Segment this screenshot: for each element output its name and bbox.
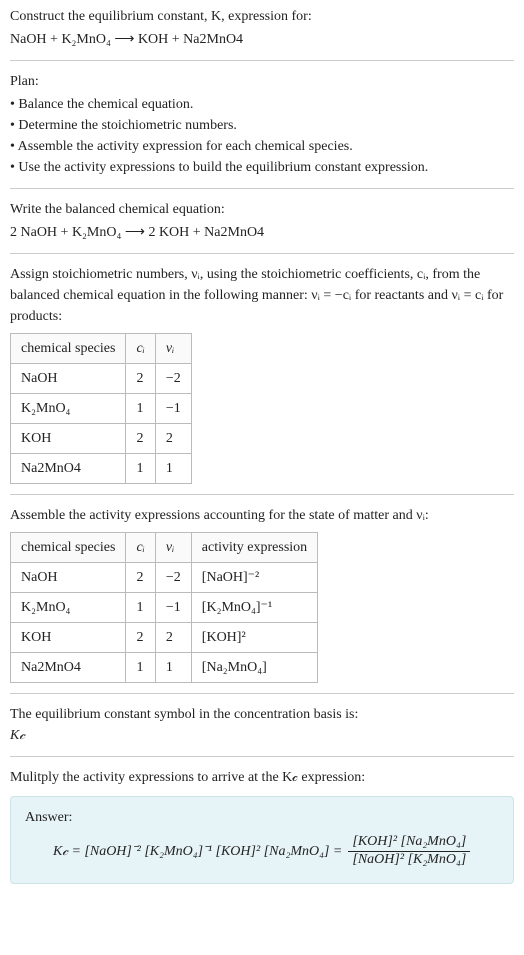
kc-fraction: [KOH]² [Na₂MnO₄] [NaOH]² [K₂MnO₄]: [348, 834, 470, 869]
col-ci: cᵢ: [126, 334, 155, 364]
activity-table: chemical species cᵢ νᵢ activity expressi…: [10, 532, 318, 683]
divider: [10, 253, 514, 254]
col-nui: νᵢ: [155, 533, 191, 563]
plan-item: Use the activity expressions to build th…: [10, 157, 514, 178]
cell-nui: 2: [155, 623, 191, 653]
balanced-heading: Write the balanced chemical equation:: [10, 199, 514, 220]
divider: [10, 693, 514, 694]
stoichiometry-table: chemical species cᵢ νᵢ NaOH 2 −2 K₂MnO₄ …: [10, 333, 192, 484]
cell-activity: [Na₂MnO₄]: [191, 653, 317, 683]
table-row: KOH 2 2: [11, 424, 192, 454]
table-row: Na2MnO4 1 1: [11, 454, 192, 484]
cell-ci: 2: [126, 563, 155, 593]
cell-species: KOH: [11, 424, 126, 454]
cell-species: K₂MnO₄: [11, 593, 126, 623]
divider: [10, 756, 514, 757]
cell-species: K₂MnO₄: [11, 394, 126, 424]
symbol-value: K𝒸: [10, 725, 514, 746]
cell-nui: 1: [155, 653, 191, 683]
assign-text: Assign stoichiometric numbers, νᵢ, using…: [10, 264, 514, 327]
plan-item: Assemble the activity expression for eac…: [10, 136, 514, 157]
plan-list: Balance the chemical equation. Determine…: [10, 94, 514, 178]
table-row: KOH 2 2 [KOH]²: [11, 623, 318, 653]
unbalanced-equation: NaOH + K₂MnO₄ ⟶ KOH + Na2MnO4: [10, 29, 514, 50]
col-species: chemical species: [11, 533, 126, 563]
divider: [10, 60, 514, 61]
table-row: Na2MnO4 1 1 [Na₂MnO₄]: [11, 653, 318, 683]
cell-activity: [NaOH]⁻²: [191, 563, 317, 593]
answer-box: Answer: K𝒸 = [NaOH]⁻² [K₂MnO₄]⁻¹ [KOH]² …: [10, 796, 514, 884]
plan-item: Determine the stoichiometric numbers.: [10, 115, 514, 136]
cell-species: NaOH: [11, 563, 126, 593]
kc-denominator: [NaOH]² [K₂MnO₄]: [348, 852, 470, 869]
table-row: K₂MnO₄ 1 −1: [11, 394, 192, 424]
prompt-text: Construct the equilibrium constant, K, e…: [10, 9, 312, 24]
cell-activity: [K₂MnO₄]⁻¹: [191, 593, 317, 623]
multiply-text: Mulitply the activity expressions to arr…: [10, 767, 514, 788]
table-row: K₂MnO₄ 1 −1 [K₂MnO₄]⁻¹: [11, 593, 318, 623]
symbol-text: The equilibrium constant symbol in the c…: [10, 704, 514, 725]
cell-nui: −2: [155, 364, 191, 394]
table-row: NaOH 2 −2 [NaOH]⁻²: [11, 563, 318, 593]
plan-item: Balance the chemical equation.: [10, 94, 514, 115]
cell-ci: 1: [126, 653, 155, 683]
cell-ci: 2: [126, 424, 155, 454]
plan-heading: Plan:: [10, 71, 514, 92]
col-activity: activity expression: [191, 533, 317, 563]
cell-ci: 2: [126, 364, 155, 394]
cell-nui: 1: [155, 454, 191, 484]
col-ci: cᵢ: [126, 533, 155, 563]
table-header-row: chemical species cᵢ νᵢ activity expressi…: [11, 533, 318, 563]
cell-ci: 1: [126, 454, 155, 484]
table-row: NaOH 2 −2: [11, 364, 192, 394]
assemble-text: Assemble the activity expressions accoun…: [10, 505, 514, 526]
balanced-equation: 2 NaOH + K₂MnO₄ ⟶ 2 KOH + Na2MnO4: [10, 222, 514, 243]
cell-species: Na2MnO4: [11, 653, 126, 683]
col-nui: νᵢ: [155, 334, 191, 364]
table-header-row: chemical species cᵢ νᵢ: [11, 334, 192, 364]
kc-numerator: [KOH]² [Na₂MnO₄]: [348, 834, 470, 852]
divider: [10, 188, 514, 189]
cell-ci: 1: [126, 394, 155, 424]
cell-nui: −1: [155, 593, 191, 623]
cell-species: Na2MnO4: [11, 454, 126, 484]
cell-activity: [KOH]²: [191, 623, 317, 653]
cell-nui: −1: [155, 394, 191, 424]
cell-nui: 2: [155, 424, 191, 454]
divider: [10, 494, 514, 495]
kc-expression: K𝒸 = [NaOH]⁻² [K₂MnO₄]⁻¹ [KOH]² [Na₂MnO₄…: [25, 834, 499, 869]
cell-ci: 1: [126, 593, 155, 623]
cell-species: KOH: [11, 623, 126, 653]
cell-nui: −2: [155, 563, 191, 593]
cell-ci: 2: [126, 623, 155, 653]
col-species: chemical species: [11, 334, 126, 364]
kc-lhs: K𝒸 = [NaOH]⁻² [K₂MnO₄]⁻¹ [KOH]² [Na₂MnO₄…: [53, 841, 342, 862]
cell-species: NaOH: [11, 364, 126, 394]
prompt-line: Construct the equilibrium constant, K, e…: [10, 6, 514, 27]
answer-label: Answer:: [25, 807, 499, 828]
